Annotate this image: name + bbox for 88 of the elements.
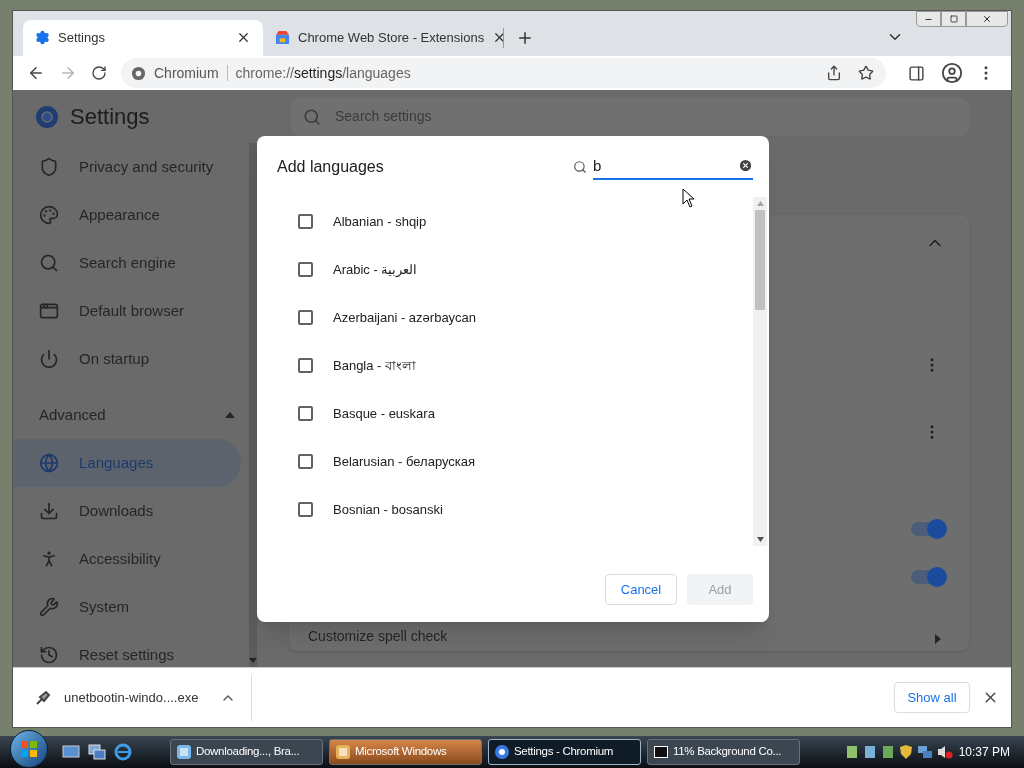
search-icon	[573, 159, 587, 174]
browser-tab[interactable]: Chrome Web Store - Extensions	[263, 19, 503, 56]
language-checkbox[interactable]	[298, 405, 313, 421]
tray-icon[interactable]	[844, 744, 859, 760]
sidebar-item[interactable]: Search engine	[13, 239, 241, 288]
scroll-down-icon[interactable]	[756, 537, 764, 543]
tray-icon[interactable]	[880, 744, 895, 760]
sidebar-icon	[39, 157, 59, 178]
tray-icon[interactable]	[862, 744, 877, 760]
chromium-icon	[131, 65, 146, 81]
gear-icon	[35, 30, 50, 46]
store-icon	[275, 30, 290, 46]
sidebar-item[interactable]: Downloads	[13, 487, 241, 536]
scroll-thumb[interactable]	[755, 210, 765, 311]
clear-icon[interactable]	[738, 158, 753, 174]
language-label: Basque - euskara	[333, 404, 435, 423]
toggle-switch[interactable]	[911, 522, 945, 537]
app-icon	[653, 744, 669, 760]
file-icon	[35, 689, 51, 706]
scroll-down-icon	[249, 658, 257, 664]
reload-icon[interactable]	[91, 65, 107, 82]
caret-icon	[225, 412, 235, 419]
language-search-field[interactable]: b	[593, 153, 753, 180]
bookmark-star-icon[interactable]	[858, 65, 874, 82]
sidebar-item[interactable]: Default browser	[13, 287, 241, 336]
taskbar-button[interactable]: 11% Background Co...	[647, 739, 800, 765]
language-label: Bangla - বাংলা	[333, 356, 417, 375]
browser-tab[interactable]: Settings	[23, 19, 263, 56]
taskbar-button[interactable]: Downloading..., Bra...	[170, 739, 323, 765]
muted-speaker-icon[interactable]	[936, 744, 953, 760]
app-icon	[335, 744, 351, 760]
share-icon[interactable]	[826, 65, 842, 82]
sidebar-icon	[39, 253, 59, 274]
language-checkbox[interactable]	[298, 453, 313, 469]
dialog-title: Add languages	[277, 156, 385, 177]
desktop-icon[interactable]	[62, 744, 80, 760]
start-button[interactable]	[10, 730, 48, 768]
app-icon	[176, 744, 192, 760]
advanced-section-toggle[interactable]: Advanced	[13, 391, 249, 440]
sidebar-item[interactable]: Languages	[13, 439, 241, 488]
sidebar-icon	[39, 453, 59, 474]
profile-icon[interactable]	[941, 62, 963, 85]
sidebar-item[interactable]: System	[13, 583, 241, 632]
show-all-button[interactable]: Show all	[894, 682, 970, 714]
sidebar-item[interactable]: Appearance	[13, 191, 241, 240]
window-switch-icon[interactable]	[88, 744, 106, 760]
sidebar-icon	[39, 301, 59, 322]
language-checkbox[interactable]	[298, 357, 313, 373]
language-checkbox[interactable]	[298, 261, 313, 277]
sidebar-item[interactable]: On startup	[13, 335, 241, 384]
taskbar-button[interactable]: Microsoft Windows	[329, 739, 482, 765]
toggle-switch[interactable]	[911, 570, 945, 585]
language-label: Bosnian - bosanski	[333, 500, 443, 519]
side-panel-icon[interactable]	[908, 64, 925, 82]
chromium-logo	[35, 104, 59, 129]
app-icon	[494, 744, 510, 760]
mouse-cursor-icon	[682, 188, 695, 209]
sidebar-icon	[39, 349, 59, 370]
language-checkbox[interactable]	[298, 501, 313, 517]
network-icon[interactable]	[916, 744, 933, 760]
search-icon	[303, 107, 321, 126]
language-checkbox[interactable]	[298, 309, 313, 325]
maximize-icon	[949, 15, 958, 23]
list-scrollbar[interactable]	[753, 197, 767, 547]
language-label: Belarusian - беларуская	[333, 452, 476, 471]
close-icon	[982, 14, 992, 24]
clock[interactable]: 10:37 PM	[958, 743, 1010, 761]
sidebar-item[interactable]: Privacy and security	[13, 143, 241, 192]
taskbar-button[interactable]: Settings - Chromium	[488, 739, 641, 765]
cancel-button[interactable]: Cancel	[605, 574, 677, 606]
page-title: Settings	[70, 103, 150, 132]
address-bar[interactable]: Chromium chrome://settings/languages	[121, 58, 886, 89]
sidebar-icon	[39, 597, 59, 618]
sidebar-item[interactable]: Accessibility	[13, 535, 241, 584]
arrow-right-icon	[935, 634, 941, 645]
language-label: Arabic - العربية	[333, 260, 418, 279]
download-file-name[interactable]: unetbootin-windo....exe	[64, 687, 199, 708]
shield-icon[interactable]	[898, 744, 913, 760]
language-label: Azerbaijani - azərbaycan	[333, 308, 477, 327]
language-checkbox[interactable]	[298, 213, 313, 229]
spell-check-link[interactable]: Customize spell check	[308, 626, 935, 648]
sidebar-icon	[39, 501, 59, 522]
sidebar-icon	[39, 205, 59, 226]
windows-logo-icon	[20, 740, 38, 758]
language-label: Albanian - shqip	[333, 212, 427, 231]
sidebar-item[interactable]: Reset settings	[13, 631, 241, 680]
browser-icon[interactable]	[114, 743, 132, 761]
sidebar-icon	[39, 645, 59, 666]
